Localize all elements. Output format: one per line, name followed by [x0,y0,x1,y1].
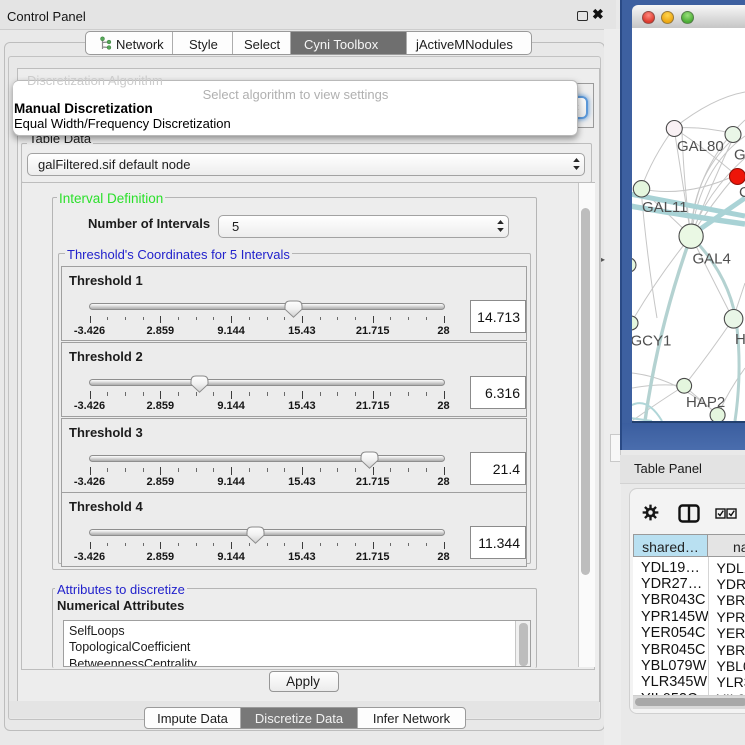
svg-text:GAL4: GAL4 [693,251,731,268]
svg-text:H: H [735,331,745,348]
svg-text:C: C [739,184,745,201]
svg-text:HAP2: HAP2 [686,394,725,411]
svg-text:GAL80: GAL80 [677,138,724,155]
svg-text:GA: GA [734,147,745,164]
svg-text:GAL11: GAL11 [642,199,688,216]
svg-text:GCY1: GCY1 [632,333,671,350]
